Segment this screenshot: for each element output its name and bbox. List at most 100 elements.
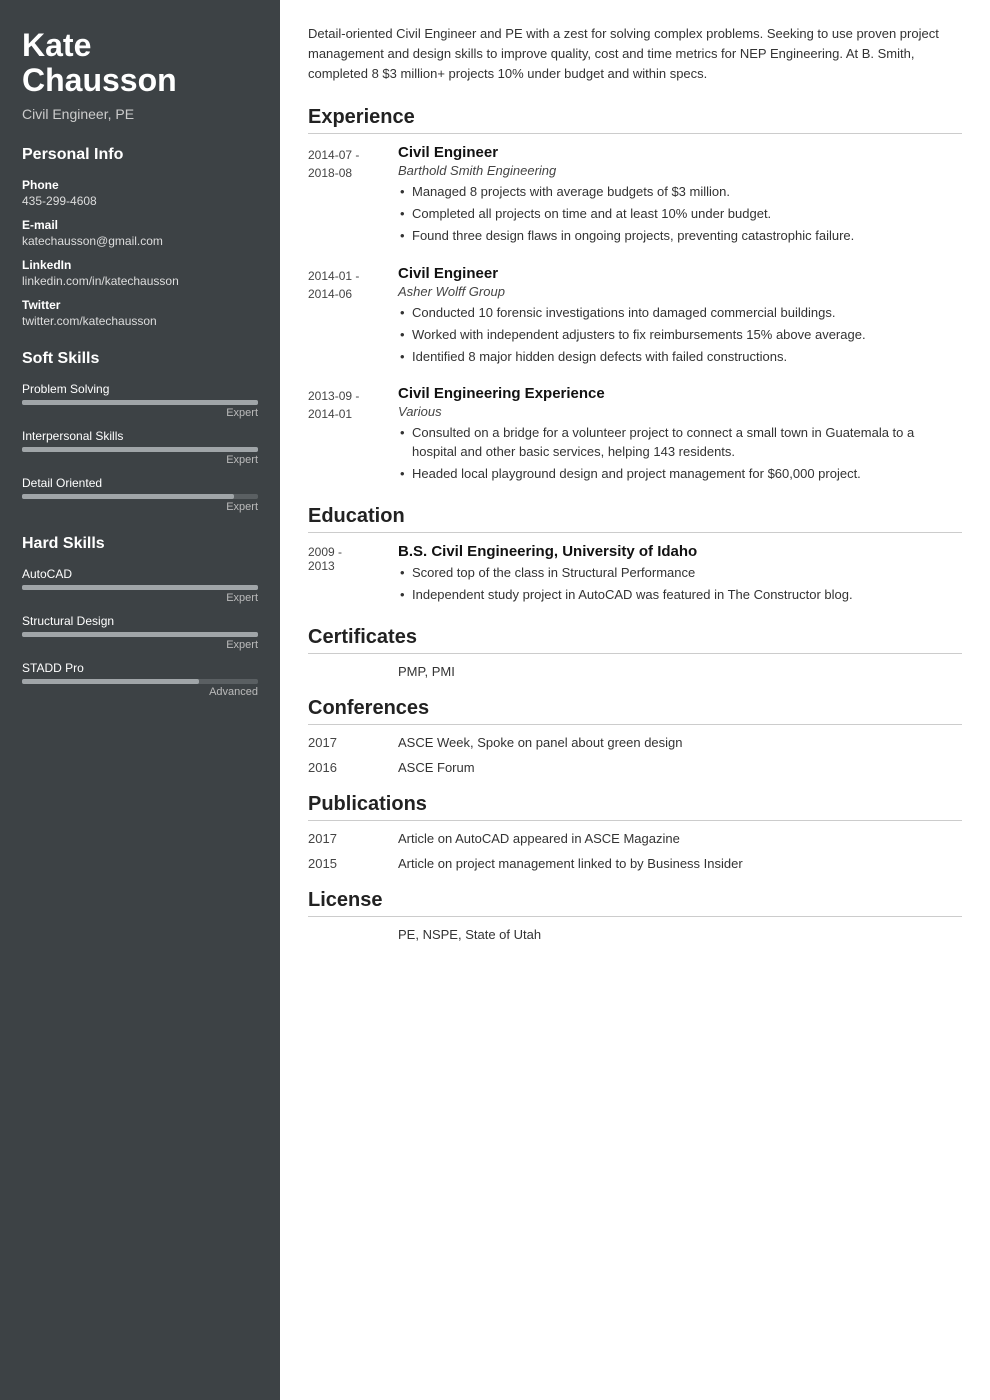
exp-content: Civil Engineer Barthold Smith Engineering… (398, 144, 962, 249)
skill-level: Expert (22, 501, 258, 513)
skill-level: Expert (22, 407, 258, 419)
lic-value: PE, NSPE, State of Utah (398, 927, 541, 942)
sidebar: KateChausson Civil Engineer, PE Personal… (0, 0, 280, 1400)
skill-bar-fill (22, 585, 258, 590)
experience-entry: 2014-01 - 2014-06Civil Engineer Asher Wol… (308, 265, 962, 370)
summary-text: Detail-oriented Civil Engineer and PE wi… (308, 24, 962, 88)
skill-level: Expert (22, 454, 258, 466)
experience-heading: Experience (308, 106, 962, 134)
skill-name: Problem Solving (22, 382, 258, 396)
edu-bullet: Scored top of the class in Structural Pe… (398, 564, 962, 583)
skill-bar-bg (22, 679, 258, 684)
hard-skill-item: Structural Design Expert (22, 614, 258, 651)
skill-name: AutoCAD (22, 567, 258, 581)
skill-level: Advanced (22, 686, 258, 698)
license-entry: PE, NSPE, State of Utah (308, 927, 962, 942)
conferences-list: 2017ASCE Week, Spoke on panel about gree… (308, 735, 962, 775)
edu-date: 2009 - 2013 (308, 543, 398, 608)
conf-value: ASCE Week, Spoke on panel about green de… (398, 735, 962, 750)
exp-company: Barthold Smith Engineering (398, 163, 962, 178)
skill-bar-fill (22, 494, 234, 499)
conf-date: 2016 (308, 760, 398, 775)
skill-name: Interpersonal Skills (22, 429, 258, 443)
exp-job-title: Civil Engineer (398, 144, 962, 161)
education-heading: Education (308, 505, 962, 533)
exp-content: Civil Engineer Asher Wolff Group Conducted… (398, 265, 962, 370)
soft-skills-list: Problem SolvingExpertInterpersonal Skill… (22, 382, 258, 513)
license-section: License PE, NSPE, State of Utah (308, 889, 962, 942)
soft-skills-heading: Soft Skills (22, 350, 258, 368)
candidate-name: KateChausson (22, 28, 258, 98)
conf-date: 2017 (308, 735, 398, 750)
publication-entry: 2015Article on project management linked… (308, 856, 962, 871)
pub-value: Article on project management linked to … (398, 856, 962, 871)
publication-entry: 2017Article on AutoCAD appeared in ASCE … (308, 831, 962, 846)
exp-date: 2014-07 - 2018-08 (308, 144, 398, 249)
exp-bullet: Headed local playground design and proje… (398, 465, 962, 484)
twitter-value: twitter.com/katechausson (22, 314, 258, 328)
soft-skill-item: Interpersonal Skills Expert (22, 429, 258, 466)
email-label: E-mail (22, 218, 258, 232)
conf-value: ASCE Forum (398, 760, 962, 775)
publications-heading: Publications (308, 793, 962, 821)
linkedin-value: linkedin.com/in/katechausson (22, 274, 258, 288)
certificates-list: PMP, PMI (308, 664, 962, 679)
skill-bar-bg (22, 632, 258, 637)
exp-bullet: Found three design flaws in ongoing proj… (398, 227, 962, 246)
exp-bullet: Worked with independent adjusters to fix… (398, 326, 962, 345)
skill-bar-bg (22, 447, 258, 452)
edu-bullets: Scored top of the class in Structural Pe… (398, 564, 962, 605)
skill-level: Expert (22, 639, 258, 651)
edu-degree: B.S. Civil Engineering, University of Id… (398, 543, 962, 560)
skill-name: Structural Design (22, 614, 258, 628)
exp-job-title: Civil Engineer (398, 265, 962, 282)
exp-company: Asher Wolff Group (398, 284, 962, 299)
skill-bar-bg (22, 585, 258, 590)
experience-entry: 2013-09 - 2014-01Civil Engineering Exper… (308, 385, 962, 487)
exp-date: 2013-09 - 2014-01 (308, 385, 398, 487)
exp-bullet: Conducted 10 forensic investigations int… (398, 304, 962, 323)
cert-value: PMP, PMI (398, 664, 455, 679)
hard-skills-heading: Hard Skills (22, 535, 258, 553)
exp-content: Civil Engineering Experience Various Consu… (398, 385, 962, 487)
conferences-heading: Conferences (308, 697, 962, 725)
skill-name: Detail Oriented (22, 476, 258, 490)
exp-bullets: Consulted on a bridge for a volunteer pr… (398, 424, 962, 484)
skill-bar-fill (22, 632, 258, 637)
exp-bullet: Identified 8 major hidden design defects… (398, 348, 962, 367)
conferences-section: Conferences 2017ASCE Week, Spoke on pane… (308, 697, 962, 775)
skill-bar-fill (22, 679, 199, 684)
license-list: PE, NSPE, State of Utah (308, 927, 962, 942)
publications-section: Publications 2017Article on AutoCAD appe… (308, 793, 962, 871)
certificates-heading: Certificates (308, 626, 962, 654)
skill-level: Expert (22, 592, 258, 604)
certificate-entry: PMP, PMI (308, 664, 962, 679)
edu-content: B.S. Civil Engineering, University of Id… (398, 543, 962, 608)
skill-bar-fill (22, 447, 258, 452)
exp-job-title: Civil Engineering Experience (398, 385, 962, 402)
exp-bullets: Managed 8 projects with average budgets … (398, 183, 962, 246)
pub-value: Article on AutoCAD appeared in ASCE Maga… (398, 831, 962, 846)
license-heading: License (308, 889, 962, 917)
exp-date: 2014-01 - 2014-06 (308, 265, 398, 370)
experience-section: Experience 2014-07 - 2018-08Civil Engine… (308, 106, 962, 487)
edu-bullet: Independent study project in AutoCAD was… (398, 586, 962, 605)
skill-bar-fill (22, 400, 258, 405)
soft-skill-item: Problem Solving Expert (22, 382, 258, 419)
conference-entry: 2016ASCE Forum (308, 760, 962, 775)
skill-bar-bg (22, 400, 258, 405)
candidate-title: Civil Engineer, PE (22, 106, 258, 122)
education-section: Education 2009 - 2013B.S. Civil Engineer… (308, 505, 962, 608)
hard-skills-list: AutoCADExpertStructural DesignExpertSTAD… (22, 567, 258, 698)
experience-list: 2014-07 - 2018-08Civil Engineer Barthold … (308, 144, 962, 487)
soft-skill-item: Detail Oriented Expert (22, 476, 258, 513)
pub-date: 2015 (308, 856, 398, 871)
twitter-label: Twitter (22, 298, 258, 312)
publications-list: 2017Article on AutoCAD appeared in ASCE … (308, 831, 962, 871)
exp-company: Various (398, 404, 962, 419)
exp-bullet: Consulted on a bridge for a volunteer pr… (398, 424, 962, 462)
exp-bullet: Managed 8 projects with average budgets … (398, 183, 962, 202)
hard-skill-item: AutoCAD Expert (22, 567, 258, 604)
linkedin-label: LinkedIn (22, 258, 258, 272)
conference-entry: 2017ASCE Week, Spoke on panel about gree… (308, 735, 962, 750)
